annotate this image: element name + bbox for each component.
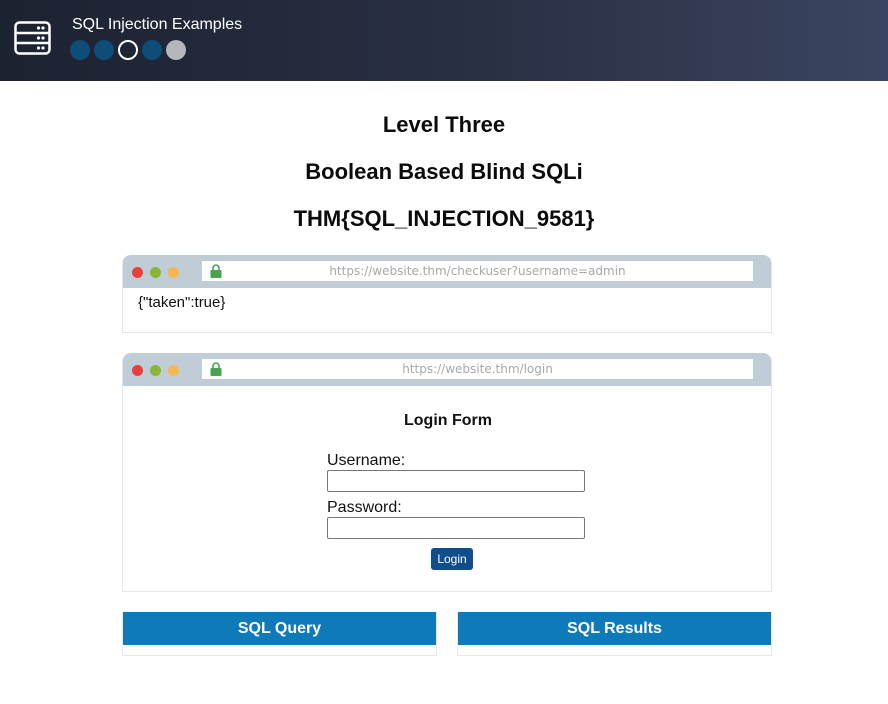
- login-form: Login Form Username: Password: Login: [123, 386, 771, 591]
- level-dot-2[interactable]: [94, 40, 114, 60]
- api-response: {"taken":true}: [138, 294, 226, 311]
- sql-results-title: SQL Results: [458, 612, 771, 645]
- app-title: SQL Injection Examples: [72, 16, 243, 33]
- login-button[interactable]: Login: [431, 548, 473, 570]
- login-browser-window: https://website.thm/login Login Form Use…: [122, 353, 772, 592]
- lock-icon: [210, 264, 222, 278]
- minimize-dot-icon: [150, 267, 161, 278]
- password-input[interactable]: [327, 517, 585, 539]
- level-headings: Level Three Boolean Based Blind SQLi THM…: [0, 110, 888, 251]
- sql-results-panel: SQL Results: [457, 612, 772, 656]
- username-label: Username:: [327, 452, 406, 469]
- address-url: https://website.thm/checkuser?username=a…: [329, 264, 626, 278]
- close-dot-icon: [132, 267, 143, 278]
- sql-query-panel: SQL Query: [122, 612, 437, 656]
- level-progress: [70, 40, 186, 60]
- lock-icon: [210, 362, 222, 376]
- level-dot-1[interactable]: [70, 40, 90, 60]
- address-url: https://website.thm/login: [402, 362, 553, 376]
- level-type: Boolean Based Blind SQLi: [305, 159, 583, 184]
- app-header: SQL Injection Examples: [0, 0, 888, 81]
- login-form-title: Login Form: [404, 412, 492, 429]
- level-dot-4[interactable]: [142, 40, 162, 60]
- level-name: Level Three: [382, 112, 506, 137]
- server-icon: [14, 21, 51, 55]
- address-bar[interactable]: https://website.thm/checkuser?username=a…: [202, 261, 753, 281]
- browser-toolbar: https://website.thm/login: [123, 353, 771, 386]
- minimize-dot-icon: [150, 365, 161, 376]
- sql-query-title: SQL Query: [123, 612, 436, 645]
- level-dot-5-locked[interactable]: [166, 40, 186, 60]
- api-browser-window: https://website.thm/checkuser?username=a…: [122, 255, 772, 333]
- browser-toolbar: https://website.thm/checkuser?username=a…: [123, 255, 771, 288]
- level-flag: THM{SQL_INJECTION_9581}: [293, 206, 595, 231]
- password-label: Password:: [327, 499, 402, 516]
- maximize-dot-icon: [168, 365, 179, 376]
- close-dot-icon: [132, 365, 143, 376]
- level-dot-3-current[interactable]: [118, 40, 138, 60]
- username-input[interactable]: [327, 470, 585, 492]
- maximize-dot-icon: [168, 267, 179, 278]
- address-bar[interactable]: https://website.thm/login: [202, 359, 753, 379]
